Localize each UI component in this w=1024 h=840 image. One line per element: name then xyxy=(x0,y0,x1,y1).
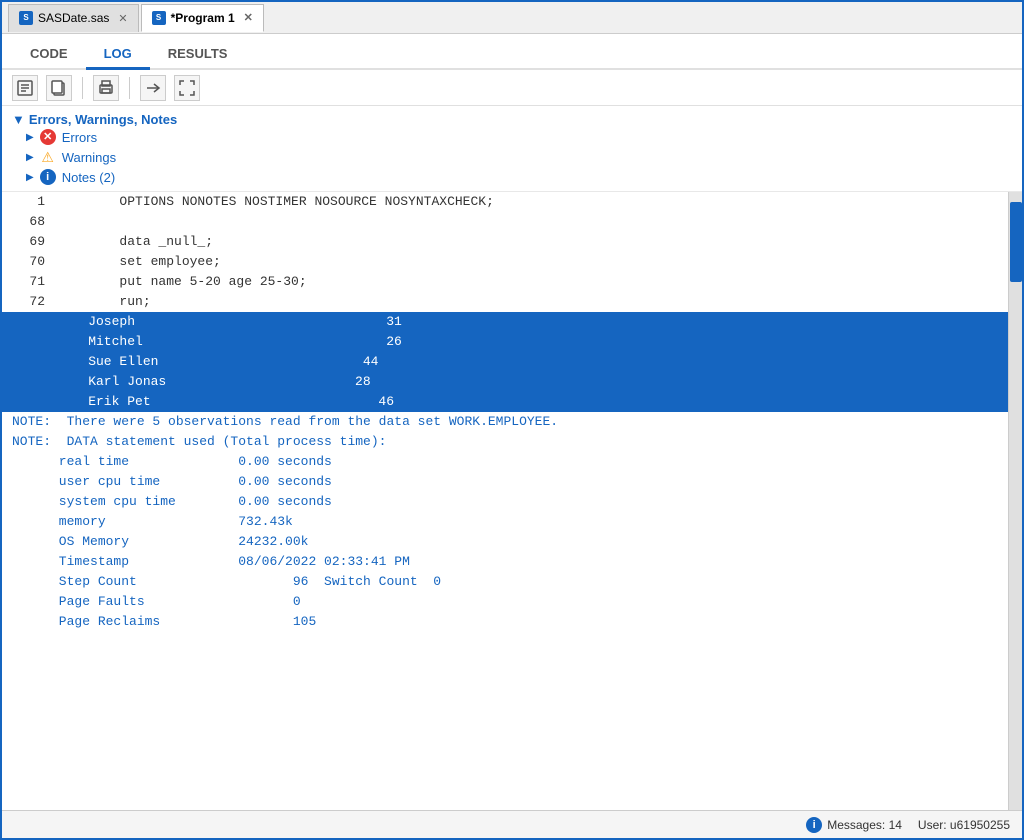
stat-memory: memory 732.43k xyxy=(2,512,1008,532)
ewn-errors-item[interactable]: ▶ ✕ Errors xyxy=(12,127,1012,147)
line-code-71: put name 5-20 age 25-30; xyxy=(57,272,1008,292)
status-bar: i Messages: 14 User: u61950255 xyxy=(2,810,1022,838)
ewn-header-label: Errors, Warnings, Notes xyxy=(29,112,177,127)
line-num-68: 68 xyxy=(2,212,57,232)
tab-sasdate[interactable]: S SASDate.sas ✕ xyxy=(8,4,139,32)
stat-user-cpu: user cpu time 0.00 seconds xyxy=(2,472,1008,492)
line-code-1: OPTIONS NONOTES NOSTIMER NOSOURCE NOSYNT… xyxy=(57,192,1008,212)
stat-timestamp: Timestamp 08/06/2022 02:33:41 PM xyxy=(2,552,1008,572)
scrollbar-track[interactable] xyxy=(1008,192,1022,810)
scrollbar-thumb[interactable] xyxy=(1010,202,1022,282)
warning-icon: ⚠ xyxy=(40,149,56,165)
note-line-1: NOTE: There were 5 observations read fro… xyxy=(2,412,1008,432)
toolbar-btn-expand[interactable] xyxy=(140,75,166,101)
info-icon: i xyxy=(40,169,56,185)
line-num-71: 71 xyxy=(2,272,57,292)
data-name-karljonas: Karl Jonas xyxy=(57,372,277,392)
print-icon xyxy=(97,79,115,97)
toolbar-separator-2 xyxy=(129,77,130,99)
log-line-1: 1 OPTIONS NONOTES NOSTIMER NOSOURCE NOSY… xyxy=(2,192,1008,212)
title-bar: S SASDate.sas ✕ S *Program 1 ✕ xyxy=(2,2,1022,34)
log-line-69: 69 data _null_; xyxy=(2,232,1008,252)
log-line-71: 71 put name 5-20 age 25-30; xyxy=(2,272,1008,292)
toolbar-btn-2[interactable] xyxy=(46,75,72,101)
line-num-69: 69 xyxy=(2,232,57,252)
ewn-section: ▼ Errors, Warnings, Notes ▶ ✕ Errors ▶ ⚠… xyxy=(2,106,1022,192)
data-row-sueellen: Sue Ellen 44 xyxy=(2,352,1008,372)
tab-code[interactable]: CODE xyxy=(12,40,86,70)
data-name-mitchel: Mitchel xyxy=(57,332,277,352)
stat-page-faults: Page Faults 0 xyxy=(2,592,1008,612)
ewn-notes-label: Notes (2) xyxy=(62,170,115,185)
note-line-2: NOTE: DATA statement used (Total process… xyxy=(2,432,1008,452)
line-num-72: 72 xyxy=(2,292,57,312)
ewn-header[interactable]: ▼ Errors, Warnings, Notes xyxy=(12,112,1012,127)
data-row-karljonas: Karl Jonas 28 xyxy=(2,372,1008,392)
toolbar-btn-1[interactable] xyxy=(12,75,38,101)
status-info-icon: i xyxy=(806,817,822,833)
data-age-erikpet: 46 xyxy=(277,392,317,412)
log-line-68: 68 xyxy=(2,212,1008,232)
data-age-mitchel: 26 xyxy=(277,332,317,352)
status-messages-label: Messages: 14 xyxy=(827,818,902,832)
tab-program1[interactable]: S *Program 1 ✕ xyxy=(141,4,264,32)
line-num-1: 1 xyxy=(2,192,57,212)
line-code-69: data _null_; xyxy=(57,232,1008,252)
ewn-errors-label: Errors xyxy=(62,130,97,145)
status-messages: i Messages: 14 xyxy=(806,817,902,833)
line-code-72: run; xyxy=(57,292,1008,312)
expand-icon xyxy=(144,79,162,97)
ewn-errors-arrow: ▶ xyxy=(26,132,34,143)
error-icon: ✕ xyxy=(40,129,56,145)
export-icon xyxy=(16,79,34,97)
ewn-collapse-arrow: ▼ xyxy=(12,112,25,127)
sas-file-icon: S xyxy=(19,11,33,25)
tab-sasdate-close[interactable]: ✕ xyxy=(118,12,127,25)
line-code-68 xyxy=(57,212,1008,232)
data-age-joseph: 31 xyxy=(277,312,317,332)
ewn-warnings-arrow: ▶ xyxy=(26,152,34,163)
tab-sasdate-label: SASDate.sas xyxy=(38,11,109,25)
ewn-notes-item[interactable]: ▶ i Notes (2) xyxy=(12,167,1012,187)
stat-real-time: real time 0.00 seconds xyxy=(2,452,1008,472)
content-area: 1 OPTIONS NONOTES NOSTIMER NOSOURCE NOSY… xyxy=(2,192,1022,810)
toolbar-separator xyxy=(82,77,83,99)
status-user-label: User: u61950255 xyxy=(918,818,1010,832)
tab-program1-close[interactable]: ✕ xyxy=(244,11,253,24)
data-row-erikpet: Erik Pet 46 xyxy=(2,392,1008,412)
tab-results[interactable]: RESULTS xyxy=(150,40,246,70)
fullscreen-icon xyxy=(178,79,196,97)
line-code-70: set employee; xyxy=(57,252,1008,272)
toolbar xyxy=(2,70,1022,106)
data-name-erikpet: Erik Pet xyxy=(57,392,277,412)
data-age-sueellen: 44 xyxy=(277,352,317,372)
stat-step-count: Step Count 96 Switch Count 0 xyxy=(2,572,1008,592)
line-num-70: 70 xyxy=(2,252,57,272)
ewn-warnings-item[interactable]: ▶ ⚠ Warnings xyxy=(12,147,1012,167)
log-line-70: 70 set employee; xyxy=(2,252,1008,272)
ewn-notes-arrow: ▶ xyxy=(26,172,34,183)
toolbar-btn-print[interactable] xyxy=(93,75,119,101)
stat-os-memory: OS Memory 24232.00k xyxy=(2,532,1008,552)
data-name-sueellen: Sue Ellen xyxy=(57,352,277,372)
data-row-mitchel: Mitchel 26 xyxy=(2,332,1008,352)
tab-log[interactable]: LOG xyxy=(86,40,150,70)
data-row-joseph: Joseph 31 xyxy=(2,312,1008,332)
sas-program-icon: S xyxy=(152,11,166,25)
stat-system-cpu: system cpu time 0.00 seconds xyxy=(2,492,1008,512)
copy-icon xyxy=(50,79,68,97)
log-line-72: 72 run; xyxy=(2,292,1008,312)
nav-tabs: CODE LOG RESULTS xyxy=(2,34,1022,70)
toolbar-btn-fullscreen[interactable] xyxy=(174,75,200,101)
data-name-joseph: Joseph xyxy=(57,312,277,332)
stat-page-reclaims: Page Reclaims 105 xyxy=(2,612,1008,632)
data-age-karljonas: 28 xyxy=(277,372,317,392)
tab-program1-label: *Program 1 xyxy=(171,11,235,25)
ewn-warnings-label: Warnings xyxy=(62,150,116,165)
log-scroll[interactable]: 1 OPTIONS NONOTES NOSTIMER NOSOURCE NOSY… xyxy=(2,192,1008,810)
